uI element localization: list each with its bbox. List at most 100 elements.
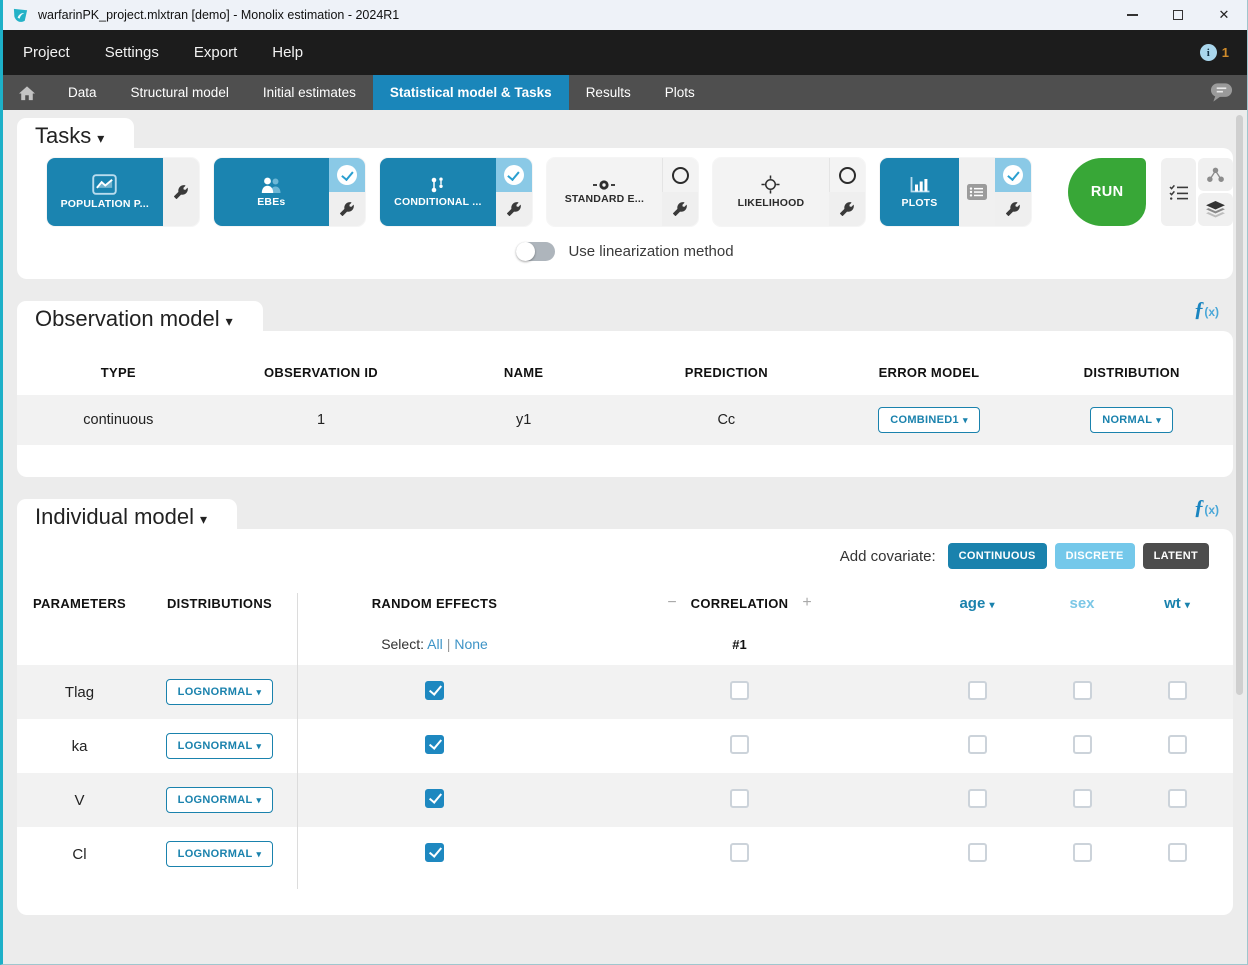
add-latent-covariate-button[interactable]: LATENT — [1143, 543, 1209, 569]
correlation-checkbox-ka[interactable] — [730, 735, 749, 754]
correlation-add-button[interactable]: + — [802, 594, 811, 612]
caret-down-icon: ▾ — [256, 849, 261, 859]
task-standard-errors-button[interactable]: STANDARD E... — [547, 158, 699, 226]
task-settings-wrench-icon[interactable] — [995, 192, 1031, 226]
tab-home[interactable] — [3, 75, 51, 110]
task-settings-wrench-icon[interactable] — [662, 192, 698, 226]
workflow-button[interactable] — [1198, 158, 1233, 191]
covariate-checkbox-wt-Tlag[interactable] — [1168, 681, 1187, 700]
chat-icon[interactable] — [1210, 82, 1233, 103]
covariate-checkbox-sex-V[interactable] — [1073, 789, 1092, 808]
individual-formula-button[interactable]: ƒ(x) — [1194, 495, 1219, 520]
tab-bar: Data Structural model Initial estimates … — [3, 75, 1247, 110]
add-discrete-covariate-button[interactable]: DISCRETE — [1055, 543, 1135, 569]
layers-button[interactable] — [1198, 193, 1233, 226]
menu-item-project[interactable]: Project — [23, 44, 70, 61]
list-settings-icon — [967, 184, 987, 200]
task-plots-checkbox[interactable] — [995, 158, 1031, 192]
error-model-dropdown[interactable]: COMBINED1▾ — [878, 407, 980, 433]
monolix-logo-icon — [12, 7, 29, 24]
parameter-name: ka — [72, 738, 88, 755]
add-continuous-covariate-button[interactable]: CONTINUOUS — [948, 543, 1047, 569]
random-effect-checkbox-Tlag[interactable] — [425, 681, 444, 700]
close-button[interactable]: ✕ — [1201, 0, 1247, 30]
minimize-button[interactable] — [1109, 0, 1155, 30]
observation-table-header: TYPE OBSERVATION ID NAME PREDICTION ERRO… — [17, 349, 1233, 395]
distribution-dropdown-ka[interactable]: LOGNORMAL▾ — [166, 733, 274, 759]
crosshair-icon — [761, 175, 780, 194]
observation-model-header[interactable]: Observation model▾ — [17, 301, 263, 332]
correlation-remove-button[interactable]: − — [667, 594, 676, 612]
task-checklist-button[interactable] — [1161, 158, 1196, 226]
covariate-checkbox-wt-Cl[interactable] — [1168, 843, 1187, 862]
random-effect-checkbox-V[interactable] — [425, 789, 444, 808]
toggle-knob — [516, 242, 535, 261]
distribution-value: LOGNORMAL — [178, 848, 253, 860]
task-standard-errors-checkbox[interactable] — [662, 158, 698, 192]
correlation-checkbox-V[interactable] — [730, 789, 749, 808]
tab-data[interactable]: Data — [51, 75, 114, 110]
tab-results[interactable]: Results — [569, 75, 648, 110]
task-population-parameters-button[interactable]: POPULATION P... — [47, 158, 199, 226]
distribution-dropdown[interactable]: NORMAL▾ — [1090, 407, 1173, 433]
menu-item-settings[interactable]: Settings — [105, 44, 159, 61]
correlation-checkbox-Tlag[interactable] — [730, 681, 749, 700]
covariate-checkbox-sex-ka[interactable] — [1073, 735, 1092, 754]
info-icon[interactable]: i — [1200, 44, 1217, 61]
covariate-checkbox-sex-Tlag[interactable] — [1073, 681, 1092, 700]
select-none-link[interactable]: None — [454, 636, 487, 652]
menu-item-export[interactable]: Export — [194, 44, 237, 61]
tasks-section: Tasks▾ POPULATION P... — [17, 118, 1233, 279]
random-effect-checkbox-Cl[interactable] — [425, 843, 444, 862]
tab-structural-model[interactable]: Structural model — [114, 75, 246, 110]
observation-formula-button[interactable]: ƒ(x) — [1194, 297, 1219, 322]
tasks-section-header[interactable]: Tasks▾ — [17, 118, 134, 149]
covariate-checkbox-age-Cl[interactable] — [968, 843, 987, 862]
select-all-link[interactable]: All — [427, 636, 443, 652]
distribution-dropdown-Tlag[interactable]: LOGNORMAL▾ — [166, 679, 274, 705]
window-title: warfarinPK_project.mlxtran [demo] - Mono… — [38, 8, 399, 22]
task-label: PLOTS — [902, 197, 938, 209]
tab-plots[interactable]: Plots — [648, 75, 712, 110]
covariate-checkbox-age-ka[interactable] — [968, 735, 987, 754]
random-effect-checkbox-ka[interactable] — [425, 735, 444, 754]
menu-item-help[interactable]: Help — [272, 44, 303, 61]
vertical-scrollbar[interactable] — [1236, 115, 1243, 695]
covariate-age-dropdown[interactable]: age ▾ — [959, 595, 994, 612]
correlation-checkbox-Cl[interactable] — [730, 843, 749, 862]
plots-list-settings-button[interactable] — [959, 158, 995, 226]
linearization-label: Use linearization method — [568, 243, 733, 260]
covariate-checkbox-age-V[interactable] — [968, 789, 987, 808]
column-header-name: NAME — [504, 365, 543, 380]
task-conditional-checkbox[interactable] — [496, 158, 532, 192]
distribution-dropdown-Cl[interactable]: LOGNORMAL▾ — [166, 841, 274, 867]
tab-statistical-model-tasks[interactable]: Statistical model & Tasks — [373, 75, 569, 110]
individual-model-header[interactable]: Individual model▾ — [17, 499, 237, 530]
task-plots-button[interactable]: PLOTS — [880, 158, 1032, 226]
individual-model-rows: TlagLOGNORMAL▾kaLOGNORMAL▾VLOGNORMAL▾ClL… — [17, 665, 1233, 881]
covariate-checkbox-sex-Cl[interactable] — [1073, 843, 1092, 862]
task-settings-wrench-icon[interactable] — [829, 192, 865, 226]
task-settings-wrench-icon[interactable] — [329, 192, 365, 226]
tab-initial-estimates[interactable]: Initial estimates — [246, 75, 373, 110]
task-settings-wrench-icon[interactable] — [163, 158, 199, 226]
covariate-wt-dropdown[interactable]: wt ▾ — [1164, 595, 1190, 612]
main-content: Tasks▾ POPULATION P... — [3, 110, 1247, 915]
linearization-row: Use linearization method — [17, 226, 1233, 279]
task-ebes-button[interactable]: EBEs — [214, 158, 366, 226]
column-header-type: TYPE — [101, 365, 136, 380]
task-likelihood-checkbox[interactable] — [829, 158, 865, 192]
distribution-dropdown-V[interactable]: LOGNORMAL▾ — [166, 787, 274, 813]
covariate-checkbox-wt-V[interactable] — [1168, 789, 1187, 808]
maximize-button[interactable] — [1155, 0, 1201, 30]
covariate-checkbox-age-Tlag[interactable] — [968, 681, 987, 700]
task-conditional-distribution-button[interactable]: CONDITIONAL ... — [380, 158, 532, 226]
individual-table-header: PARAMETERS DISTRIBUTIONS RANDOM EFFECTS … — [17, 583, 1233, 623]
task-likelihood-button[interactable]: LIKELIHOOD — [713, 158, 865, 226]
task-ebes-checkbox[interactable] — [329, 158, 365, 192]
run-button[interactable]: RUN — [1068, 158, 1146, 226]
linearization-toggle[interactable] — [516, 242, 555, 261]
distribution-value: LOGNORMAL — [178, 794, 253, 806]
covariate-checkbox-wt-ka[interactable] — [1168, 735, 1187, 754]
task-settings-wrench-icon[interactable] — [496, 192, 532, 226]
